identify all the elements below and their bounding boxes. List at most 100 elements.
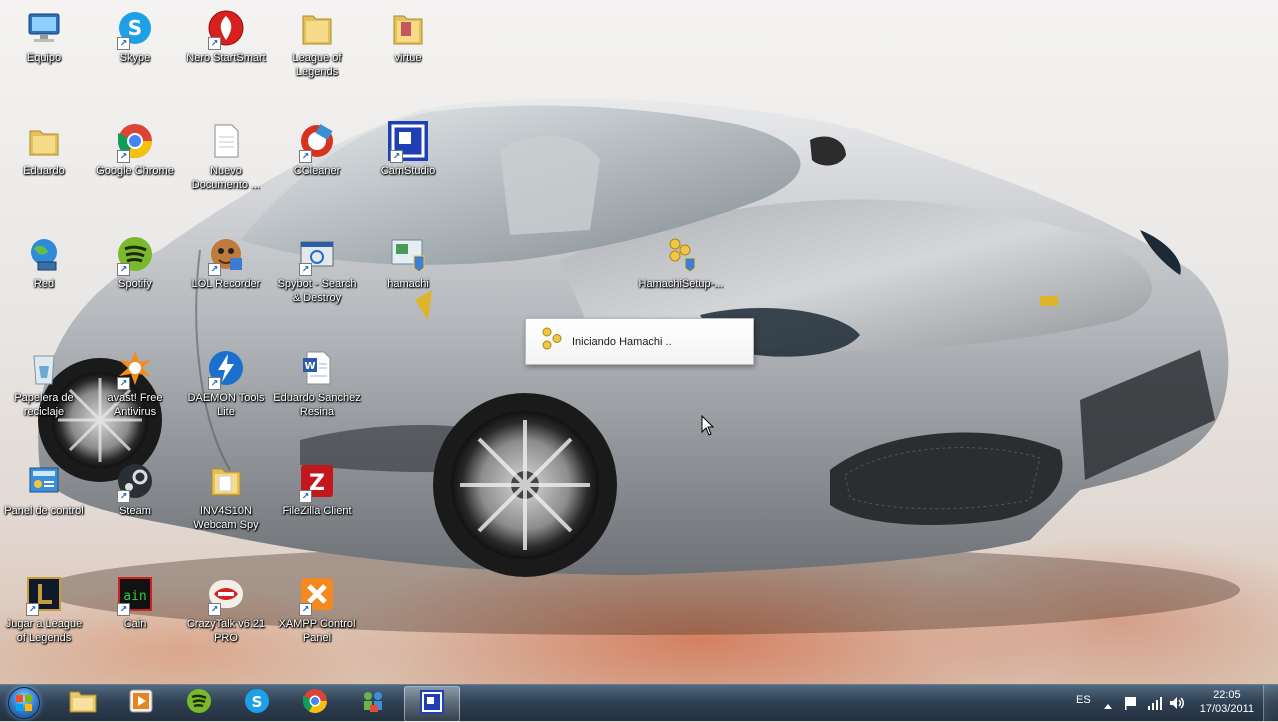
hamachi-setup-icon bbox=[659, 232, 703, 276]
icon-label: Red bbox=[33, 278, 55, 290]
shortcut-arrow-icon: ↗ bbox=[208, 603, 221, 616]
network-signal-icon[interactable] bbox=[1147, 695, 1163, 716]
desktop-icon-lol-recorder[interactable]: ↗ LOL Recorder bbox=[182, 232, 270, 292]
desktop-icon-xampp[interactable]: ↗ XAMPP Control Panel bbox=[273, 572, 361, 645]
taskbar-media-player-button[interactable] bbox=[114, 686, 168, 720]
show-desktop-button[interactable] bbox=[1263, 685, 1278, 721]
shortcut-arrow-icon: ↗ bbox=[299, 603, 312, 616]
desktop-icon-spotify[interactable]: ↗ Spotify bbox=[91, 232, 179, 292]
volume-speaker-icon[interactable] bbox=[1169, 695, 1185, 716]
folder-icon bbox=[204, 459, 248, 503]
icon-label: virtue bbox=[394, 52, 422, 64]
hamachi-starting-popup: Iniciando Hamachi .. bbox=[525, 318, 754, 365]
ccleaner-icon: ↗ bbox=[295, 119, 339, 163]
action-center-flag-icon[interactable] bbox=[1124, 695, 1138, 716]
clock-time: 22:05 bbox=[1213, 689, 1241, 701]
icon-label: Papelera de reciclaje bbox=[14, 392, 74, 418]
desktop-icon-ccleaner[interactable]: ↗ CCleaner bbox=[273, 119, 361, 179]
desktop-icon-recycle-bin[interactable]: Papelera de reciclaje bbox=[0, 346, 88, 419]
spybot-icon: ↗ bbox=[295, 232, 339, 276]
windows-logo-icon bbox=[8, 687, 40, 719]
popup-message: Iniciando Hamachi .. bbox=[572, 335, 672, 348]
desktop-icon-spybot[interactable]: ↗ Spybot - Search & Destroy bbox=[273, 232, 361, 305]
desktop-icon-nuevo-documento[interactable]: Nuevo Documento ... bbox=[182, 119, 270, 192]
desktop-icon-eduardo-sanchez-resina[interactable]: W Eduardo Sanchez Resina bbox=[273, 346, 361, 419]
icon-label: CCleaner bbox=[293, 165, 341, 177]
league-of-legends-icon: ↗ bbox=[22, 572, 66, 616]
icon-label: League of Legends bbox=[292, 52, 342, 78]
spotify-icon: ↗ bbox=[113, 232, 157, 276]
shortcut-arrow-icon: ↗ bbox=[208, 263, 221, 276]
desktop-icon-league-of-legends-folder[interactable]: League of Legends bbox=[273, 6, 361, 79]
icon-label: CrazyTalk v6.21 PRO bbox=[186, 618, 266, 644]
desktop-icon-jugar-lol[interactable]: ↗ Jugar a League of Legends bbox=[0, 572, 88, 645]
desktop-icon-filezilla[interactable]: Z ↗ FileZilla Client bbox=[273, 459, 361, 519]
camstudio-icon bbox=[419, 689, 445, 720]
people-icon bbox=[359, 687, 387, 720]
skype-icon: S ↗ bbox=[113, 6, 157, 50]
mouse-pointer-icon bbox=[701, 414, 715, 442]
svg-text:ain: ain bbox=[123, 589, 146, 604]
system-clock[interactable]: 22:05 17/03/2011 bbox=[1200, 688, 1254, 716]
shortcut-arrow-icon: ↗ bbox=[117, 37, 130, 50]
icon-label: HamachiSetup-... bbox=[638, 278, 724, 290]
svg-text:S: S bbox=[252, 693, 263, 711]
desktop-icon-equipo[interactable]: Equipo bbox=[0, 6, 88, 66]
desktop-icon-camstudio[interactable]: ↗ CamStudio bbox=[364, 119, 452, 179]
computer-icon bbox=[22, 6, 66, 50]
desktop-icon-steam[interactable]: ↗ Steam bbox=[91, 459, 179, 519]
desktop-icon-hamachi-setup[interactable]: HamachiSetup-... bbox=[637, 232, 725, 292]
desktop-icon-red[interactable]: Red bbox=[0, 232, 88, 292]
desktop-icon-chrome[interactable]: ↗ Google Chrome bbox=[91, 119, 179, 179]
taskbar-spotify-button[interactable] bbox=[172, 686, 226, 720]
icon-label: Nero StartSmart bbox=[186, 52, 266, 64]
shortcut-arrow-icon: ↗ bbox=[117, 377, 130, 390]
chrome-icon: ↗ bbox=[113, 119, 157, 163]
desktop-icon-skype[interactable]: S ↗ Skype bbox=[91, 6, 179, 66]
hamachi-icon bbox=[386, 232, 430, 276]
desktop-icon-avast[interactable]: ↗ avast! Free Antivirus bbox=[91, 346, 179, 419]
filezilla-icon: Z ↗ bbox=[295, 459, 339, 503]
lol-recorder-icon: ↗ bbox=[204, 232, 248, 276]
taskbar-chrome-button[interactable] bbox=[288, 686, 342, 720]
icon-label: FileZilla Client bbox=[282, 505, 352, 517]
start-button[interactable] bbox=[4, 686, 44, 720]
desktop-icon-daemon-tools[interactable]: ↗ DAEMON Tools Lite bbox=[182, 346, 270, 419]
hamachi-logo-icon bbox=[540, 326, 564, 357]
icon-label: hamachi bbox=[387, 278, 429, 290]
show-hidden-icons-arrow-icon[interactable] bbox=[1103, 697, 1113, 715]
icon-label: Skype bbox=[119, 52, 151, 64]
taskbar-skype-button[interactable]: S bbox=[230, 686, 284, 720]
nero-icon: ↗ bbox=[204, 6, 248, 50]
taskbar-camstudio-button[interactable] bbox=[404, 686, 460, 722]
icon-label: Eduardo bbox=[23, 165, 65, 177]
language-indicator[interactable]: ES bbox=[1076, 694, 1091, 706]
shortcut-arrow-icon: ↗ bbox=[299, 490, 312, 503]
desktop-icon-hamachi[interactable]: hamachi bbox=[364, 232, 452, 292]
desktop-icon-eduardo[interactable]: Eduardo bbox=[0, 119, 88, 179]
icon-label: XAMPP Control Panel bbox=[278, 618, 356, 644]
taskbar-explorer-button[interactable] bbox=[56, 686, 110, 720]
document-icon bbox=[204, 119, 248, 163]
desktop-icon-inv4s10n[interactable]: INV4S10N Webcam Spy bbox=[182, 459, 270, 532]
desktop-icon-cain[interactable]: ain ↗ Cain bbox=[91, 572, 179, 632]
desktop-icon-crazytalk[interactable]: ↗ CrazyTalk v6.21 PRO bbox=[182, 572, 270, 645]
icon-label: CamStudio bbox=[380, 165, 436, 177]
daemon-tools-icon: ↗ bbox=[204, 346, 248, 390]
desktop-icon-nero[interactable]: ↗ Nero StartSmart bbox=[182, 6, 270, 66]
folder-icon bbox=[68, 688, 98, 719]
folder-icon bbox=[386, 6, 430, 50]
shortcut-arrow-icon: ↗ bbox=[299, 263, 312, 276]
taskbar-network-app-button[interactable] bbox=[346, 686, 400, 720]
icon-label: avast! Free Antivirus bbox=[107, 392, 163, 418]
network-icon bbox=[22, 232, 66, 276]
icon-label: Equipo bbox=[26, 52, 62, 64]
shortcut-arrow-icon: ↗ bbox=[117, 490, 130, 503]
avast-icon: ↗ bbox=[113, 346, 157, 390]
shortcut-arrow-icon: ↗ bbox=[26, 603, 39, 616]
icon-label: Cain bbox=[123, 618, 147, 630]
desktop-icon-virtue[interactable]: virtue bbox=[364, 6, 452, 66]
desktop-icon-control-panel[interactable]: Panel de control bbox=[0, 459, 88, 519]
icon-label: Eduardo Sanchez Resina bbox=[273, 392, 361, 418]
shortcut-arrow-icon: ↗ bbox=[208, 37, 221, 50]
